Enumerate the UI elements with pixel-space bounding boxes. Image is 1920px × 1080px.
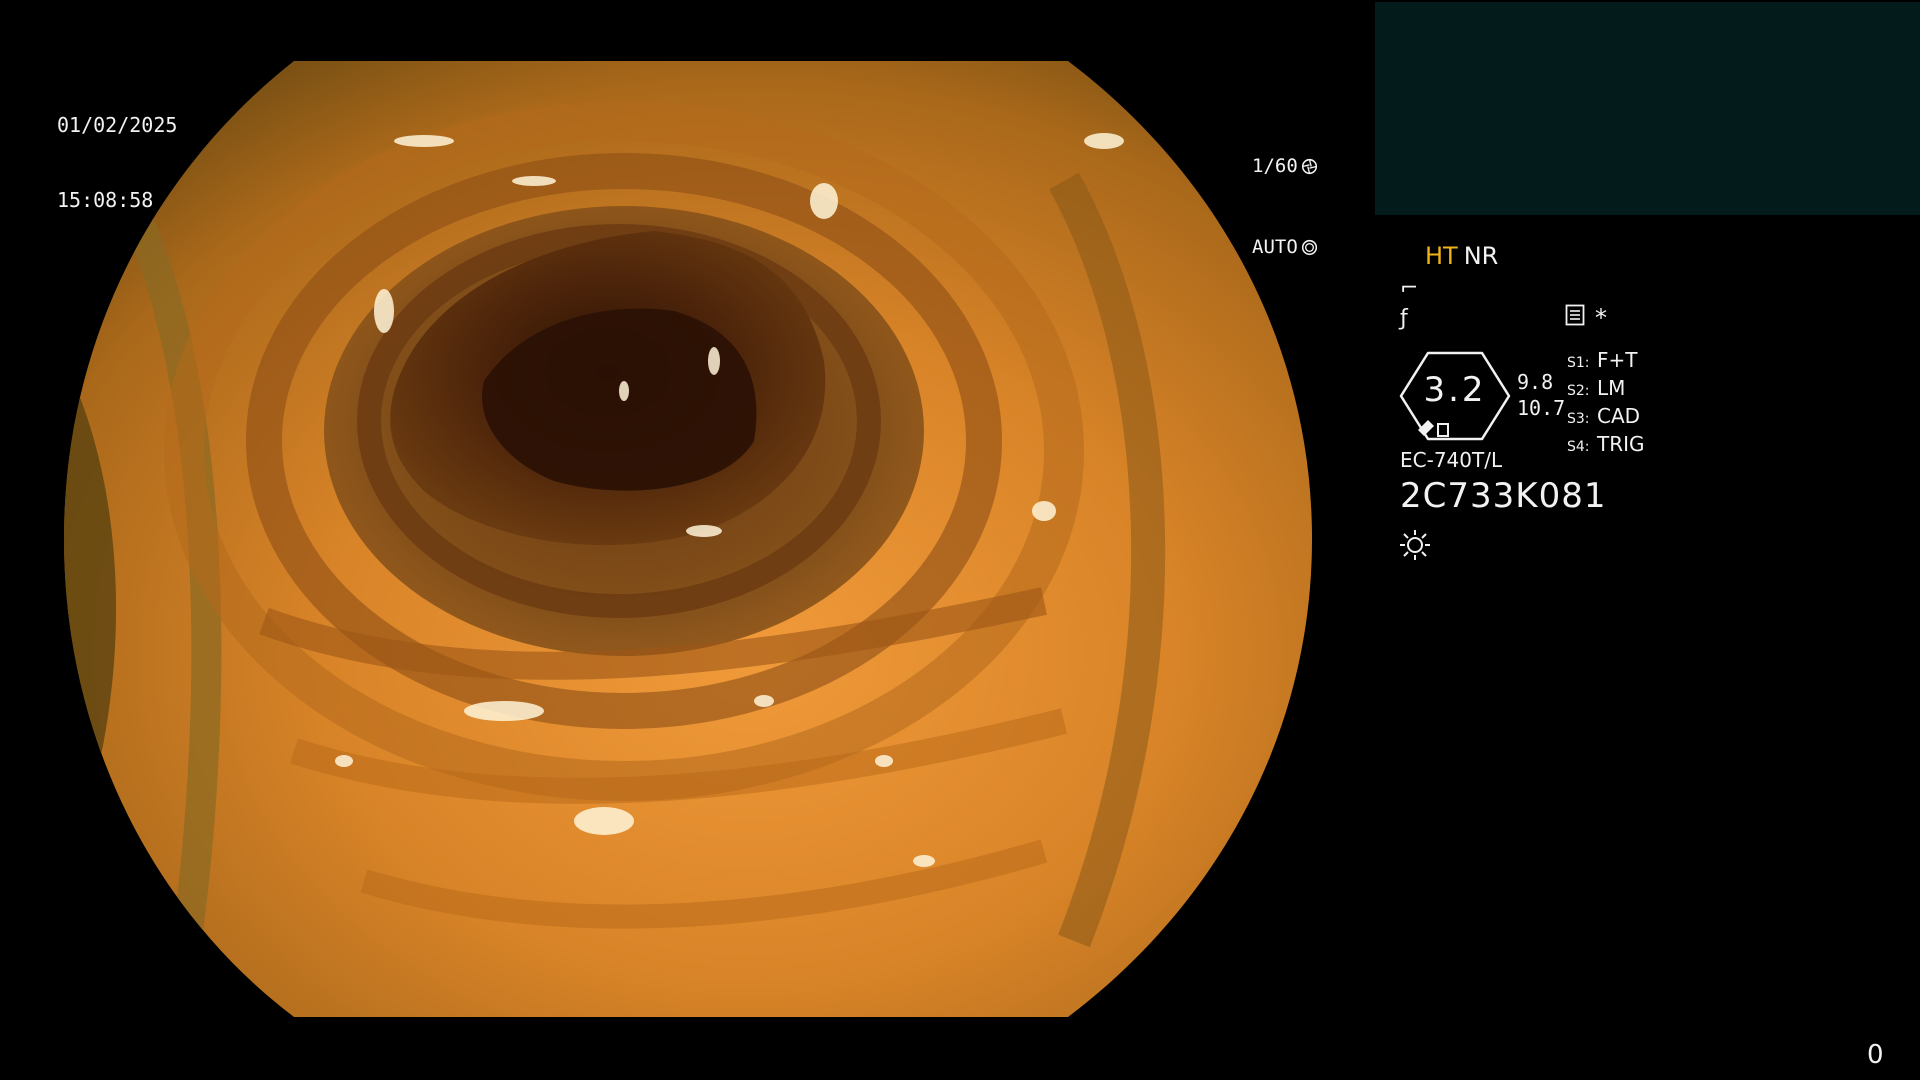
switch-key: S2: xyxy=(1567,383,1590,399)
reference-image-panel xyxy=(1375,2,1920,215)
switch-key: S4: xyxy=(1567,439,1590,455)
frame-counter: 0 xyxy=(1867,1040,1884,1070)
star-marker: * xyxy=(1595,304,1607,332)
switch-value: LM xyxy=(1597,376,1626,400)
zoom-param-b: 10.7 xyxy=(1517,396,1566,420)
image-mode-row: HT NR xyxy=(1425,242,1498,270)
switch-s3: S3: CAD xyxy=(1567,404,1645,432)
shutter-speed-text: 1/60 xyxy=(1252,155,1298,177)
light-source-icon xyxy=(1400,530,1430,560)
zoom-value: 3.2 xyxy=(1423,370,1487,410)
time-text: 15:08:58 xyxy=(57,188,154,212)
mode-ht-label: HT xyxy=(1425,242,1458,270)
f-enhance-icon: ƒ xyxy=(1400,306,1408,331)
switch-value: F+T xyxy=(1597,348,1638,372)
iris-icon xyxy=(1301,239,1317,256)
date-time-display: 01/02/2025 15:08:58 xyxy=(57,63,177,263)
mode-nr-label: NR xyxy=(1463,242,1499,270)
switch-s4: S4: TRIG xyxy=(1567,432,1645,460)
aperture-icon xyxy=(1301,158,1317,175)
processor-info-panel: HT NR ⌐ ƒ * 3.2 9.8 10.7 S1: F+T S2: LM S3:… xyxy=(1395,236,1895,566)
scope-switch-list: S1: F+T S2: LM S3: CAD S4: TRIG xyxy=(1567,348,1645,460)
switch-s2: S2: LM xyxy=(1567,376,1645,404)
contrast-curve-icon: ⌐ xyxy=(1400,276,1419,301)
switch-key: S3: xyxy=(1567,411,1590,427)
iris-mode-text: AUTO xyxy=(1252,236,1298,258)
switch-value: TRIG xyxy=(1597,432,1645,456)
serial-number-text: 2C733K081 xyxy=(1400,476,1607,516)
switch-s1: S1: F+T xyxy=(1567,348,1645,376)
memo-icon xyxy=(1565,304,1585,326)
date-text: 01/02/2025 xyxy=(57,113,178,137)
endoscopy-monitor-screen: 01/02/2025 15:08:58 1/60 AUTO HTNR ⌐ ƒ xyxy=(0,0,1920,1080)
switch-key: S1: xyxy=(1567,355,1590,371)
zoom-param-a: 9.8 xyxy=(1517,370,1554,394)
exposure-info: 1/60 AUTO xyxy=(1252,99,1318,315)
scope-model-text: EC-740T/L xyxy=(1400,448,1503,472)
switch-value: CAD xyxy=(1597,404,1641,428)
endoscope-video-view xyxy=(64,61,1312,1017)
